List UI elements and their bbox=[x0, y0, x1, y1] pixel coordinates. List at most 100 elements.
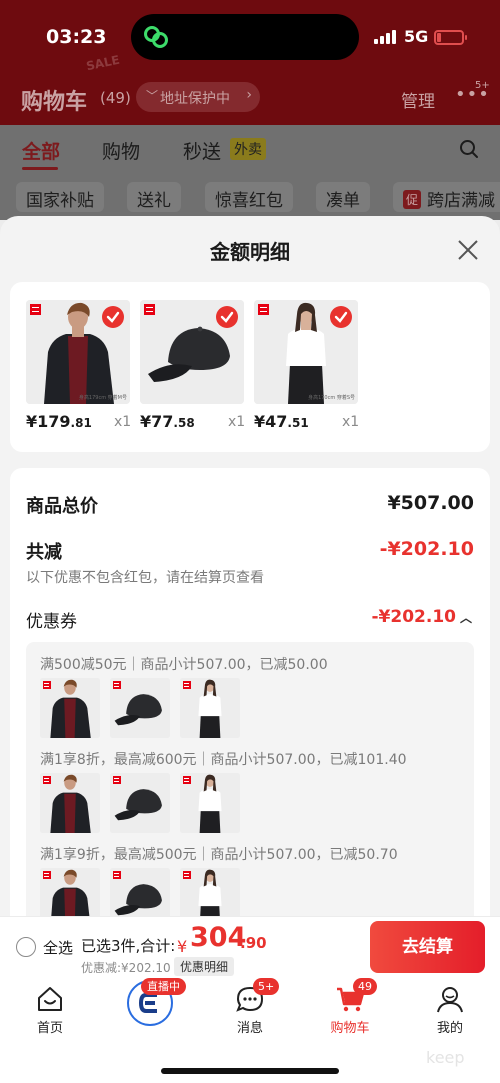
promo-tag: 促 bbox=[403, 190, 422, 209]
status-time: 03:23 bbox=[46, 26, 107, 48]
coupon-label: 优惠券 bbox=[26, 612, 77, 632]
brand-logo bbox=[43, 776, 51, 784]
tshirt-thumbnail bbox=[180, 773, 240, 833]
total-amount-dec: .90 bbox=[240, 934, 267, 952]
brand-logo bbox=[258, 304, 269, 315]
dynamic-island bbox=[131, 14, 359, 60]
checkout-button[interactable]: 去结算 bbox=[370, 921, 485, 973]
price-int: ¥47 bbox=[254, 412, 288, 431]
brand-logo bbox=[183, 681, 191, 689]
product-item[interactable]: 身高179cm 穿着M号 ¥179.81 x1 bbox=[26, 300, 131, 431]
price-dec: .51 bbox=[287, 416, 309, 430]
brand-logo bbox=[144, 304, 155, 315]
discount-hint: 以下优惠不包含红包，请在结算页查看 bbox=[26, 570, 264, 586]
brand-logo bbox=[183, 871, 191, 879]
product-price: ¥179.81 bbox=[26, 412, 92, 431]
cap-thumbnail bbox=[110, 868, 170, 916]
coupon-rule: 满500减50元｜商品小计507.00，已减50.00 bbox=[40, 657, 328, 673]
live-badge: 直播中 bbox=[141, 978, 186, 995]
signal-icon bbox=[374, 30, 400, 44]
tab-all[interactable]: 全部 bbox=[22, 137, 60, 164]
home-icon bbox=[38, 987, 62, 1011]
price-dec: .81 bbox=[70, 416, 92, 430]
coupon-rule: 满1享8折，最高减600元｜商品小计507.00，已减101.40 bbox=[40, 752, 407, 768]
battery-icon bbox=[434, 30, 467, 45]
profile-icon bbox=[437, 987, 463, 1013]
product-item[interactable]: 身高170cm 穿着S号 ¥47.51 x1 bbox=[254, 300, 359, 431]
tshirt-thumbnail bbox=[180, 678, 240, 738]
amount-breakdown-card: 商品总价 ¥507.00 共减 -¥202.10 以下优惠不包含红包，请在结算页… bbox=[10, 468, 490, 916]
discount-detail-button[interactable]: 优惠明细 bbox=[174, 957, 235, 976]
filter-cross-store-label: 跨店满减 bbox=[427, 191, 496, 211]
link-app-icon bbox=[144, 26, 168, 48]
filter-red-packet[interactable]: 惊喜红包 bbox=[205, 182, 293, 212]
cap-thumbnail bbox=[110, 678, 170, 738]
total-reduced-label: 共减 bbox=[26, 542, 62, 563]
brand-logo bbox=[43, 871, 51, 879]
brand-logo bbox=[113, 776, 121, 784]
tab-cart-label: 购物车 bbox=[330, 1021, 370, 1036]
selected-check-icon[interactable] bbox=[102, 306, 124, 328]
selected-products-card: 身高179cm 穿着M号 ¥179.81 x1 ¥77.58 x1 身高170c… bbox=[10, 282, 490, 452]
manage-button[interactable]: 管理 bbox=[401, 87, 435, 112]
filter-cross-store[interactable]: 促跨店满减 bbox=[393, 182, 500, 212]
tshirt-thumbnail bbox=[180, 868, 240, 916]
tab-shopping[interactable]: 购物 bbox=[102, 137, 140, 164]
network-type: 5G bbox=[404, 27, 429, 46]
coupon-value: -¥202.10 bbox=[371, 607, 456, 627]
waimai-badge: 外卖 bbox=[230, 138, 266, 160]
address-protection-pill[interactable]: ﹀ 地址保护中 › bbox=[136, 82, 260, 112]
coupon-detail-box: 满500减50元｜商品小计507.00，已减50.00 满1享8折，最高减600… bbox=[26, 642, 474, 916]
tab-instant[interactable]: 秒送 bbox=[183, 137, 221, 164]
jacket-thumbnail bbox=[40, 868, 100, 916]
messages-badge: 5+ bbox=[253, 978, 280, 995]
selected-check-icon[interactable] bbox=[330, 306, 352, 328]
chevron-down-icon: ﹀ bbox=[146, 89, 159, 103]
product-qty: x1 bbox=[114, 414, 132, 430]
brand-logo bbox=[113, 871, 121, 879]
jacket-product-image: 身高179cm 穿着M号 bbox=[26, 300, 130, 404]
filter-national-subsidy[interactable]: 国家补贴 bbox=[16, 182, 104, 212]
filter-bundle[interactable]: 凑单 bbox=[316, 182, 370, 212]
home-indicator bbox=[161, 1068, 339, 1074]
goods-total-label: 商品总价 bbox=[26, 496, 98, 517]
total-reduced-value: -¥202.10 bbox=[379, 538, 474, 560]
tab-me-label: 我的 bbox=[436, 1021, 463, 1036]
discount-amount: 优惠减:¥202.10 bbox=[81, 961, 171, 975]
price-dec: .58 bbox=[173, 416, 195, 430]
product-price: ¥47.51 bbox=[254, 412, 309, 431]
checkout-bar: 全选 已选3件,合计: ¥ 304 .90 优惠减:¥202.10 优惠明细 去… bbox=[0, 916, 500, 978]
cart-badge: 49 bbox=[353, 978, 377, 995]
selected-check-icon[interactable] bbox=[216, 306, 238, 328]
filter-gift[interactable]: 送礼 bbox=[127, 182, 181, 212]
total-currency: ¥ bbox=[177, 937, 188, 956]
tab-home-label: 首页 bbox=[36, 1021, 63, 1036]
address-protection-label: 地址保护中 bbox=[160, 91, 230, 107]
coupon-toggle[interactable]: -¥202.10 ︿ bbox=[371, 607, 472, 627]
more-badge: 5+ bbox=[475, 80, 490, 91]
product-item[interactable]: ¥77.58 x1 bbox=[140, 300, 245, 431]
sheet-title: 金额明细 bbox=[210, 240, 290, 264]
coupon-rule: 满1享9折，最高减500元｜商品小计507.00，已减50.70 bbox=[40, 847, 398, 863]
price-int: ¥179 bbox=[26, 412, 71, 431]
brand-logo bbox=[43, 681, 51, 689]
close-icon[interactable] bbox=[454, 236, 482, 264]
select-all-label[interactable]: 全选 bbox=[43, 937, 73, 958]
jacket-thumbnail bbox=[40, 773, 100, 833]
product-qty: x1 bbox=[342, 414, 360, 430]
select-all-radio[interactable] bbox=[16, 937, 36, 957]
tshirt-product-image: 身高170cm 穿着S号 bbox=[254, 300, 358, 404]
cap-thumbnail bbox=[110, 773, 170, 833]
search-icon[interactable] bbox=[459, 139, 479, 159]
watermark: keep bbox=[426, 1048, 465, 1067]
chevron-right-icon: › bbox=[246, 87, 252, 103]
brand-logo bbox=[30, 304, 41, 315]
cart-count: (49) bbox=[100, 89, 131, 107]
price-int: ¥77 bbox=[140, 412, 174, 431]
chevron-up-icon: ︿ bbox=[459, 611, 472, 625]
product-price: ¥77.58 bbox=[140, 412, 195, 431]
selected-summary: 已选3件,合计: bbox=[81, 937, 176, 955]
total-amount-int: 304 bbox=[190, 922, 247, 953]
cap-product-image bbox=[140, 300, 244, 404]
brand-logo bbox=[113, 681, 121, 689]
